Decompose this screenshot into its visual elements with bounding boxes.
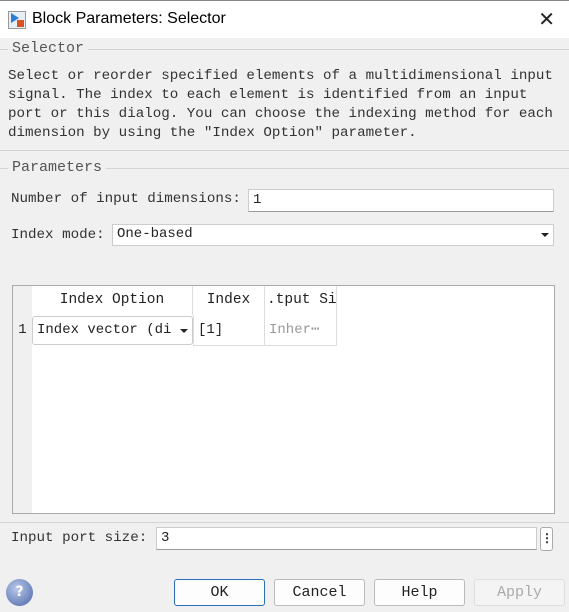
chevron-down-icon xyxy=(180,329,188,333)
more-options-icon[interactable]: ⋮ xyxy=(540,527,553,551)
ok-button[interactable]: OK xyxy=(174,579,265,606)
block-description: Select or reorder specified elements of … xyxy=(8,68,553,141)
header-index-option: Index Option xyxy=(32,286,193,315)
selector-group: Selector Select or reorder specified ele… xyxy=(0,40,569,151)
num-dims-input[interactable]: 1 xyxy=(248,189,554,212)
parameters-legend: Parameters xyxy=(8,159,107,176)
header-index: Index xyxy=(193,286,265,315)
output-size-cell[interactable]: Inher⋯ xyxy=(265,315,337,346)
simulink-block-icon xyxy=(8,11,26,29)
row-number: 1 xyxy=(18,322,27,338)
help-button[interactable]: Help xyxy=(374,579,465,606)
index-table: Index Option Index .tput Si 1 Index vect… xyxy=(12,285,555,514)
cancel-button[interactable]: Cancel xyxy=(274,579,365,606)
help-icon[interactable]: ? xyxy=(6,579,33,606)
header-output-size: .tput Si xyxy=(265,286,337,315)
index-mode-value: One-based xyxy=(117,226,193,242)
title-bar: Block Parameters: Selector ✕ xyxy=(0,0,569,38)
index-mode-select[interactable]: One-based xyxy=(112,224,554,246)
selector-legend: Selector xyxy=(8,40,89,57)
index-option-select[interactable]: Index vector (di xyxy=(32,316,193,345)
index-option-value: Index vector (di xyxy=(37,322,172,338)
apply-button[interactable]: Apply xyxy=(474,579,565,606)
chevron-down-icon xyxy=(541,233,549,237)
num-dims-label: Number of input dimensions: xyxy=(11,191,241,207)
index-cell[interactable]: [1] xyxy=(193,315,265,346)
close-icon[interactable]: ✕ xyxy=(538,7,555,31)
index-mode-label: Index mode: xyxy=(11,227,105,243)
port-size-input[interactable]: 3 xyxy=(156,527,537,550)
window-title: Block Parameters: Selector xyxy=(32,10,226,27)
port-size-label: Input port size: xyxy=(11,530,148,546)
